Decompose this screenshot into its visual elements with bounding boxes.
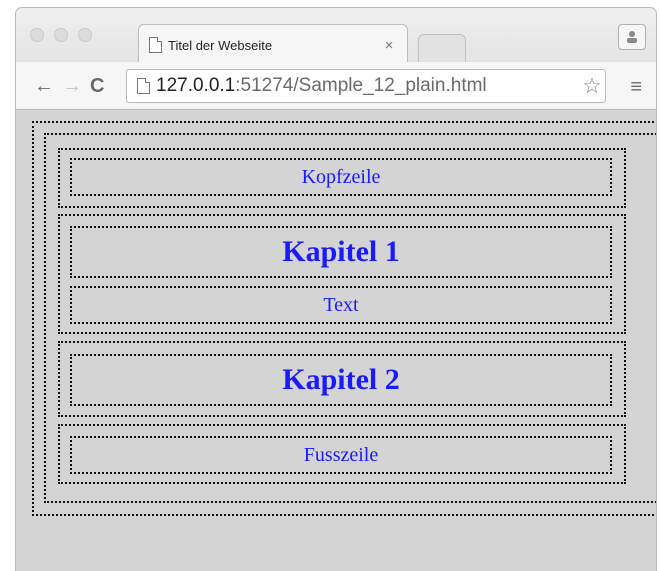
forward-arrow-icon[interactable]: → xyxy=(62,76,82,96)
bookmark-star-icon[interactable]: ☆ xyxy=(579,73,605,99)
footer-box: Fusszeile xyxy=(70,436,612,474)
page-icon xyxy=(149,37,162,53)
tab-active[interactable]: Titel der Webseite × xyxy=(138,24,408,62)
header-box: Kopfzeile xyxy=(70,158,612,196)
page-icon xyxy=(137,78,150,94)
toolbar: ← → C 127.0.0.1:51274/Sample_12_plain.ht… xyxy=(16,62,656,110)
minimize-window-button[interactable] xyxy=(54,28,68,42)
browser-window: Titel der Webseite × ← → C 127.0.0.1:512… xyxy=(16,8,656,571)
chapter-1-title: Kapitel 1 xyxy=(70,226,612,278)
tab-close-icon[interactable]: × xyxy=(381,37,397,54)
back-arrow-icon[interactable]: ← xyxy=(34,76,54,96)
user-icon xyxy=(627,31,637,43)
profile-button[interactable] xyxy=(618,24,646,50)
reload-icon[interactable]: C xyxy=(90,76,104,96)
title-bar: Titel der Webseite × xyxy=(16,8,656,62)
menu-icon[interactable]: ≡ xyxy=(630,76,642,99)
chapter-1-text: Text xyxy=(70,286,612,324)
maximize-window-button[interactable] xyxy=(78,28,92,42)
close-window-button[interactable] xyxy=(30,28,44,42)
address-bar[interactable]: 127.0.0.1:51274/Sample_12_plain.html ☆ xyxy=(126,69,606,103)
url-text[interactable]: 127.0.0.1:51274/Sample_12_plain.html xyxy=(156,75,579,97)
page-content: Kopfzeile Kapitel 1 Text Kapitel 2 Fussz… xyxy=(16,111,656,571)
url-host: 127.0.0.1 xyxy=(156,75,236,96)
url-path: :51274/Sample_12_plain.html xyxy=(235,75,487,96)
tab-title: Titel der Webseite xyxy=(168,37,273,53)
chapter-2-title: Kapitel 2 xyxy=(70,354,612,406)
new-tab-button[interactable] xyxy=(418,34,466,62)
